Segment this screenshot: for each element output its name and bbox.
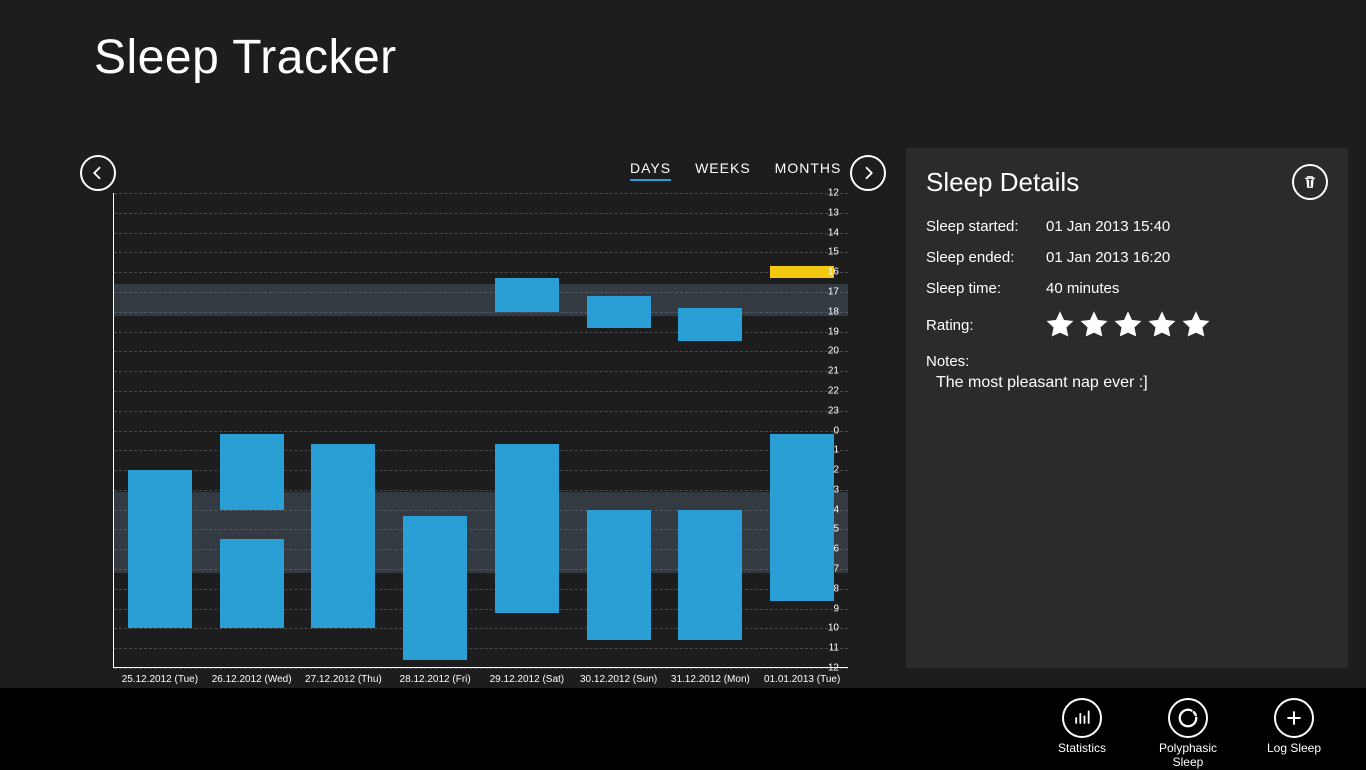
- y-tick-label: 3: [833, 484, 839, 495]
- arrow-left-icon: [89, 164, 107, 182]
- sleep-bar[interactable]: [128, 470, 192, 628]
- sleep-bar[interactable]: [678, 510, 742, 641]
- sleep-bar[interactable]: [403, 516, 467, 660]
- sleep-chart: 25.12.2012 (Tue)26.12.2012 (Wed)27.12.20…: [108, 193, 848, 668]
- y-tick-label: 2: [833, 465, 839, 476]
- y-tick-label: 8: [833, 583, 839, 594]
- y-tick-label: 11: [829, 643, 839, 654]
- tab-months[interactable]: MONTHS: [775, 160, 842, 181]
- sleep-details-panel: Sleep Details Sleep started:01 Jan 2013 …: [906, 148, 1348, 668]
- y-tick-label: 14: [828, 227, 839, 238]
- plus-icon: [1284, 708, 1304, 728]
- delete-button[interactable]: [1292, 164, 1328, 200]
- y-tick-label: 22: [828, 385, 839, 396]
- chart-columns: 25.12.2012 (Tue)26.12.2012 (Wed)27.12.20…: [114, 193, 848, 668]
- polyphasic-button[interactable]: Polyphasic Sleep: [1152, 698, 1224, 770]
- y-tick-label: 23: [828, 405, 839, 416]
- value-started: 01 Jan 2013 15:40: [1046, 218, 1170, 235]
- y-tick-label: 9: [833, 603, 839, 614]
- sleep-bar[interactable]: [587, 296, 651, 328]
- y-tick-label: 16: [828, 267, 839, 278]
- y-tick-label: 0: [833, 425, 839, 436]
- x-tick-label: 31.12.2012 (Mon): [665, 674, 757, 685]
- tab-weeks[interactable]: WEEKS: [695, 160, 751, 181]
- y-tick-label: 12: [828, 188, 839, 199]
- label-started: Sleep started:: [926, 218, 1046, 235]
- app-bar: Statistics Polyphasic Sleep Log Sleep: [0, 688, 1366, 768]
- y-tick-label: 1: [833, 445, 839, 456]
- label-ended: Sleep ended:: [926, 249, 1046, 266]
- y-tick-label: 15: [828, 247, 839, 258]
- x-tick-label: 28.12.2012 (Fri): [389, 674, 481, 685]
- x-tick-label: 26.12.2012 (Wed): [206, 674, 298, 685]
- sleep-bar[interactable]: [678, 308, 742, 342]
- y-tick-label: 10: [828, 623, 839, 634]
- x-tick-label: 30.12.2012 (Sun): [573, 674, 665, 685]
- day-column[interactable]: 29.12.2012 (Sat): [481, 193, 573, 668]
- log-sleep-button[interactable]: Log Sleep: [1258, 698, 1330, 756]
- sleep-bar[interactable]: [220, 539, 284, 628]
- day-column[interactable]: 30.12.2012 (Sun): [573, 193, 665, 668]
- range-tabs: DAYS WEEKS MONTHS: [630, 160, 841, 181]
- arrow-right-icon: [859, 164, 877, 182]
- sleep-bar[interactable]: [587, 510, 651, 641]
- sleep-bar[interactable]: [495, 278, 559, 312]
- day-column[interactable]: 25.12.2012 (Tue): [114, 193, 206, 668]
- y-tick-label: 7: [833, 564, 839, 575]
- day-column[interactable]: 26.12.2012 (Wed): [206, 193, 298, 668]
- sleep-bar[interactable]: [495, 444, 559, 612]
- trash-icon: [1301, 173, 1319, 191]
- value-ended: 01 Jan 2013 16:20: [1046, 249, 1170, 266]
- star-icon[interactable]: [1046, 311, 1074, 339]
- x-tick-label: 29.12.2012 (Sat): [481, 674, 573, 685]
- y-tick-label: 19: [828, 326, 839, 337]
- polyphasic-label: Polyphasic Sleep: [1152, 742, 1224, 770]
- label-rating: Rating:: [926, 317, 1046, 334]
- day-column[interactable]: 31.12.2012 (Mon): [665, 193, 757, 668]
- value-time: 40 minutes: [1046, 280, 1119, 297]
- x-tick-label: 01.01.2013 (Tue): [756, 674, 848, 685]
- sleep-bar-selected[interactable]: [770, 266, 834, 278]
- value-notes: The most pleasant nap ever :]: [926, 374, 1328, 392]
- star-icon[interactable]: [1080, 311, 1108, 339]
- statistics-icon: [1072, 708, 1092, 728]
- label-notes: Notes:: [926, 353, 1328, 370]
- x-tick-label: 25.12.2012 (Tue): [114, 674, 206, 685]
- sleep-bar[interactable]: [311, 444, 375, 628]
- y-tick-label: 13: [828, 207, 839, 218]
- y-tick-label: 4: [833, 504, 839, 515]
- day-column[interactable]: 28.12.2012 (Fri): [389, 193, 481, 668]
- page-title: Sleep Tracker: [94, 30, 397, 85]
- label-time: Sleep time:: [926, 280, 1046, 297]
- details-title: Sleep Details: [926, 167, 1079, 198]
- log-sleep-label: Log Sleep: [1267, 742, 1321, 756]
- y-tick-label: 21: [828, 366, 839, 377]
- y-tick-label: 18: [828, 306, 839, 317]
- next-range-button[interactable]: [850, 155, 886, 191]
- statistics-label: Statistics: [1058, 742, 1106, 756]
- tab-days[interactable]: DAYS: [630, 160, 671, 181]
- prev-range-button[interactable]: [80, 155, 116, 191]
- sleep-bar[interactable]: [220, 434, 284, 509]
- star-icon[interactable]: [1114, 311, 1142, 339]
- y-tick-label: 17: [828, 286, 839, 297]
- y-tick-label: 20: [828, 346, 839, 357]
- star-icon[interactable]: [1148, 311, 1176, 339]
- polyphasic-icon: [1177, 707, 1199, 729]
- star-icon[interactable]: [1182, 311, 1210, 339]
- y-tick-label: 12: [828, 663, 839, 674]
- statistics-button[interactable]: Statistics: [1046, 698, 1118, 756]
- grid-line: [114, 668, 848, 669]
- x-tick-label: 27.12.2012 (Thu): [298, 674, 390, 685]
- sleep-bar[interactable]: [770, 434, 834, 600]
- day-column[interactable]: 27.12.2012 (Thu): [298, 193, 390, 668]
- y-tick-label: 5: [833, 524, 839, 535]
- rating-stars[interactable]: [1046, 311, 1210, 339]
- y-tick-label: 6: [833, 544, 839, 555]
